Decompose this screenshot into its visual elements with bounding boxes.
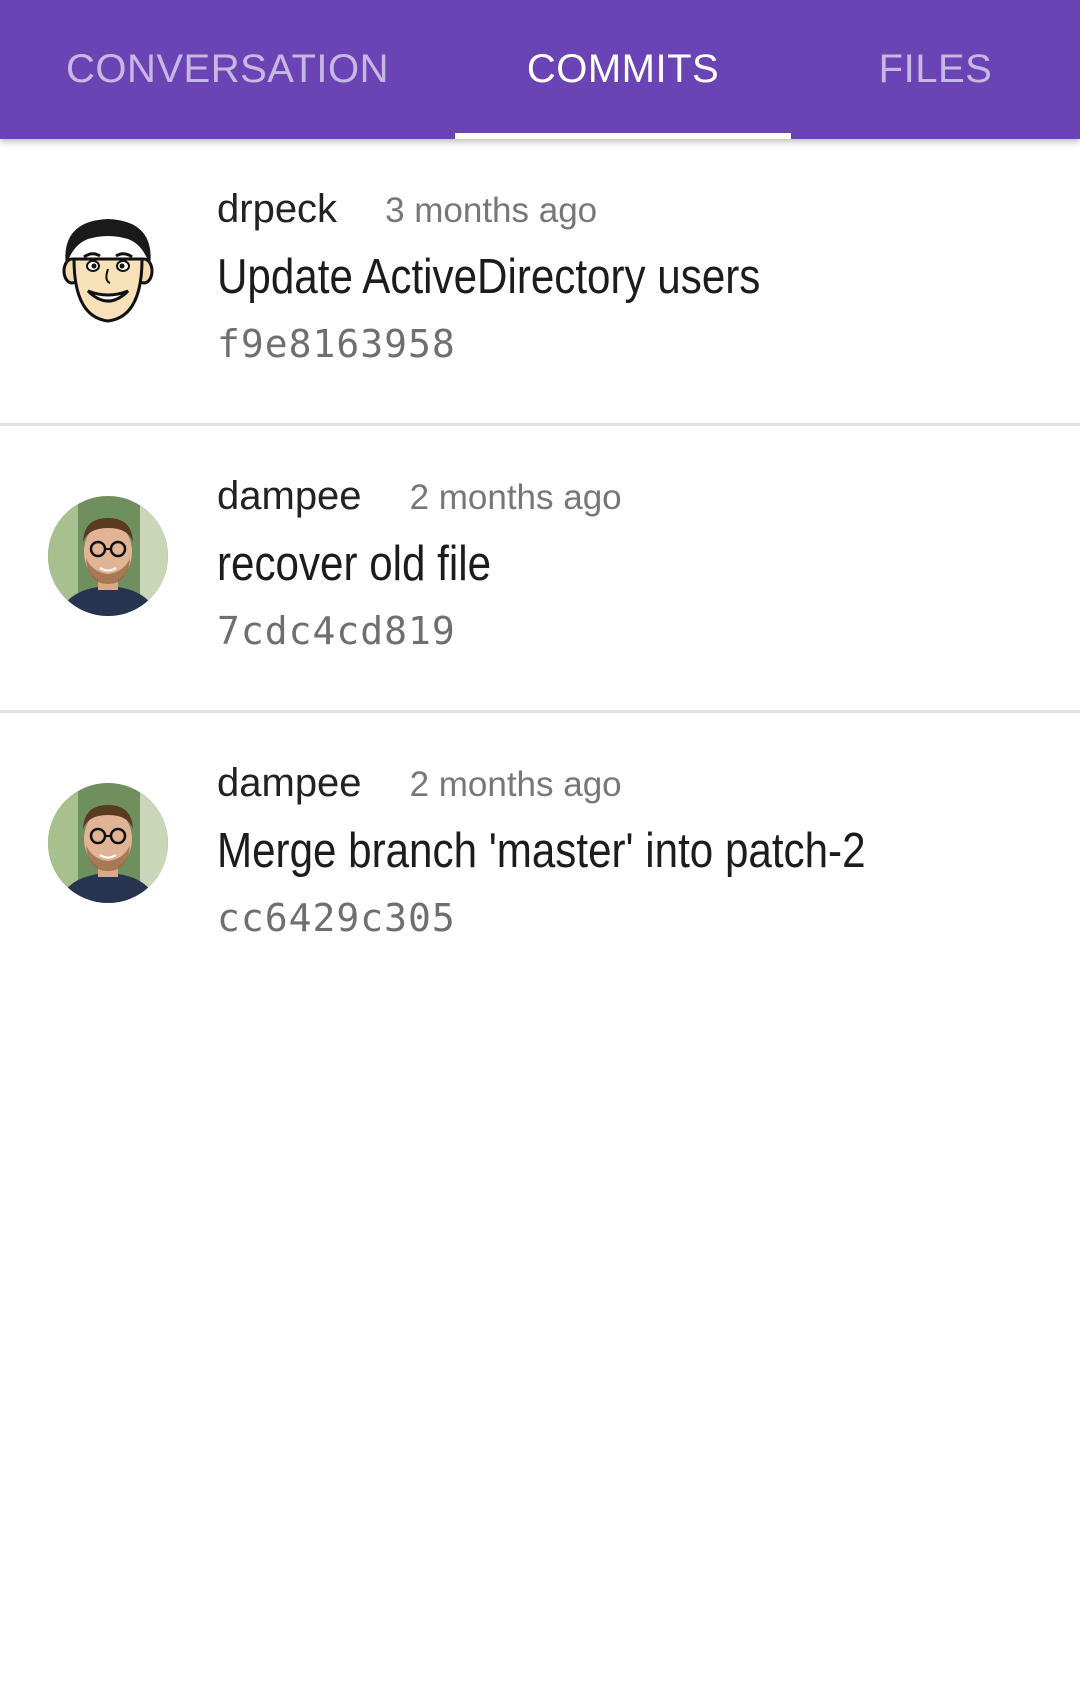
commit-time: 2 months ago <box>409 765 622 804</box>
tab-conversation[interactable]: CONVERSATION <box>0 0 455 139</box>
commit-time: 2 months ago <box>409 478 622 517</box>
active-tab-indicator <box>455 133 791 139</box>
tab-bar: CONVERSATION COMMITS FILES <box>0 0 1080 139</box>
commit-message: Merge branch 'master' into patch-2 <box>217 824 866 878</box>
commit-meta: dampee 2 months ago <box>217 761 622 811</box>
commit-author[interactable]: drpeck <box>217 187 337 232</box>
commit-author[interactable]: dampee <box>217 761 362 806</box>
photo-avatar <box>48 783 168 903</box>
cartoon-face-avatar <box>48 209 168 329</box>
commit-message: recover old file <box>217 537 492 591</box>
tab-files[interactable]: FILES <box>791 0 1080 139</box>
commit-list: drpeck 3 months ago Update ActiveDirecto… <box>0 139 1080 997</box>
commit-sha: cc6429c305 <box>217 896 456 940</box>
commit-meta: dampee 2 months ago <box>217 474 622 524</box>
photo-avatar <box>48 496 168 616</box>
commit-author[interactable]: dampee <box>217 474 362 519</box>
commit-row[interactable]: drpeck 3 months ago Update ActiveDirecto… <box>0 139 1080 426</box>
commit-row[interactable]: dampee 2 months ago recover old file 7cd… <box>0 426 1080 713</box>
commit-meta: drpeck 3 months ago <box>217 187 597 237</box>
commit-message: Update ActiveDirectory users <box>217 250 761 304</box>
commit-sha: f9e8163958 <box>217 322 456 366</box>
commit-row[interactable]: dampee 2 months ago Merge branch 'master… <box>0 713 1080 997</box>
commit-time: 3 months ago <box>385 191 598 230</box>
commit-sha: 7cdc4cd819 <box>217 609 456 653</box>
tab-commits[interactable]: COMMITS <box>455 0 791 139</box>
